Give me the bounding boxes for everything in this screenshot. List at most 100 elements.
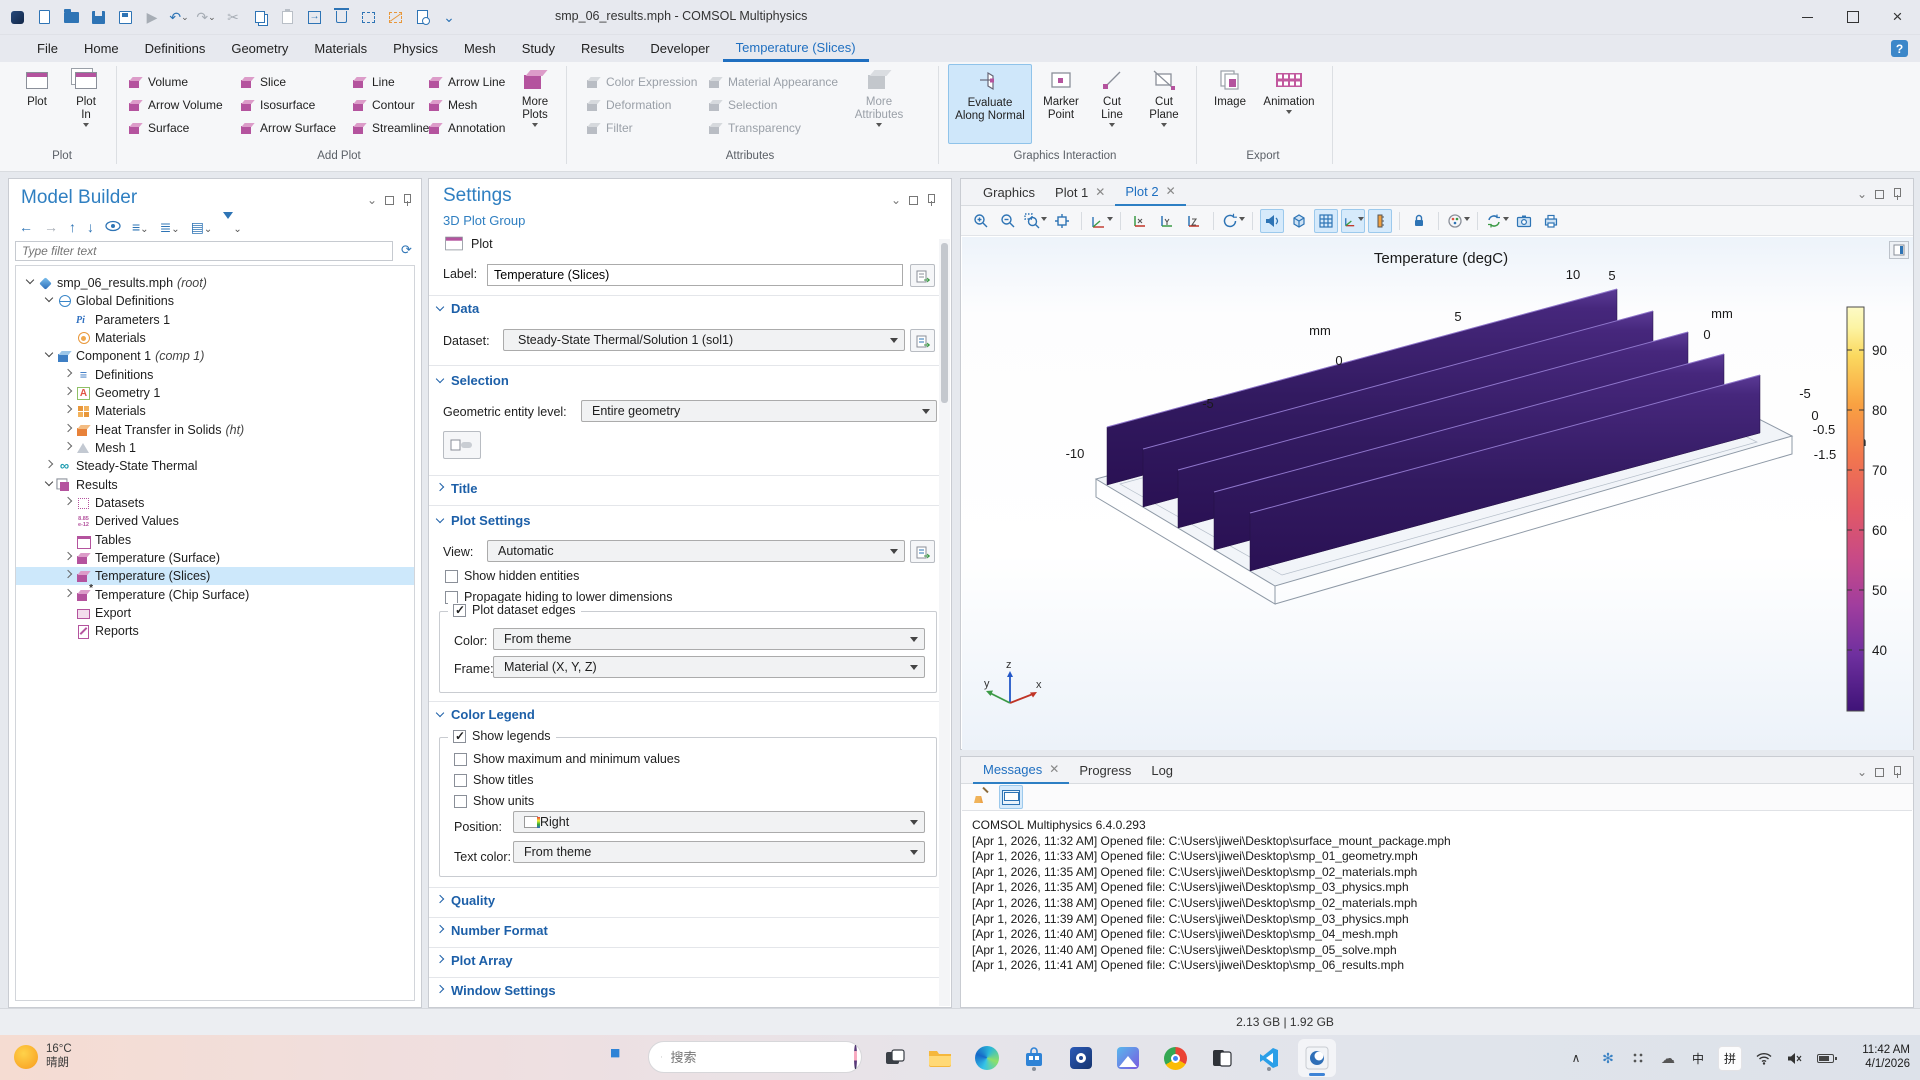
- tab-graphics[interactable]: Graphics: [973, 179, 1045, 206]
- annotation-button[interactable]: Annotation: [428, 118, 505, 138]
- ime-language-indicator[interactable]: 中: [1686, 1043, 1710, 1073]
- panel-menu-chevron-icon[interactable]: [367, 193, 377, 207]
- open-file-button[interactable]: [62, 8, 80, 26]
- tree-item-export[interactable]: Export: [16, 604, 414, 622]
- color-expression-button[interactable]: Color Expression: [586, 72, 697, 92]
- messages-log[interactable]: COMSOL Multiphysics 6.4.0.293 [Apr 1, 20…: [962, 810, 1912, 1006]
- section-title[interactable]: Title: [435, 481, 478, 496]
- panel-menu-chevron-icon[interactable]: [891, 193, 901, 207]
- deformation-button[interactable]: Deformation: [586, 95, 671, 115]
- tray-cloud-icon[interactable]: ☁: [1656, 1043, 1680, 1073]
- tree-item-temperature-slices[interactable]: Temperature (Slices): [16, 567, 414, 585]
- contour-button[interactable]: Contour: [352, 95, 415, 115]
- tree-item-tables[interactable]: Tables: [16, 531, 414, 549]
- tab-progress[interactable]: Progress: [1069, 757, 1141, 784]
- checkbox-icon[interactable]: [445, 569, 458, 583]
- help-button[interactable]: [1891, 40, 1908, 57]
- panel-pin-icon[interactable]: [1892, 766, 1901, 778]
- tree-item-geometry1[interactable]: Geometry 1: [16, 384, 414, 402]
- file-explorer-button[interactable]: [925, 1043, 955, 1073]
- edges-color-combo[interactable]: From theme: [493, 628, 925, 650]
- axis-orientation-icon[interactable]: [1341, 208, 1365, 233]
- animation-button[interactable]: Animation: [1258, 64, 1320, 144]
- show-legends-checkbox[interactable]: Show legends: [448, 729, 556, 743]
- filter-nodes-button[interactable]: ⌄: [223, 212, 242, 240]
- taskbar-clock[interactable]: 11:42 AM 4/1/2026: [1862, 1043, 1910, 1071]
- customize-toolbar-chevron[interactable]: ⌄: [440, 8, 458, 26]
- grid-icon[interactable]: [1314, 208, 1338, 233]
- propagate-hiding-checkbox[interactable]: Propagate hiding to lower dimensions: [445, 590, 672, 604]
- lock-icon[interactable]: [1407, 209, 1431, 233]
- tree-item-steady-state-thermal[interactable]: Steady-State Thermal: [16, 457, 414, 475]
- tab-study[interactable]: Study: [509, 35, 568, 62]
- tree-item-materials-comp[interactable]: Materials: [16, 402, 414, 420]
- duplicate-button[interactable]: [305, 8, 323, 26]
- zoom-box-icon[interactable]: [1023, 209, 1047, 233]
- more-attributes-button[interactable]: More Attributes: [846, 64, 912, 144]
- section-plot-array[interactable]: Plot Array: [435, 953, 513, 968]
- move-down-button[interactable]: ↓: [87, 219, 94, 235]
- forward-button[interactable]: →: [44, 219, 58, 235]
- checkbox-icon[interactable]: [454, 773, 467, 787]
- volume-button[interactable]: Volume: [128, 72, 188, 92]
- show-button[interactable]: [105, 219, 121, 235]
- panel-pin-icon[interactable]: [402, 194, 411, 206]
- rotate-view-icon[interactable]: [1221, 209, 1245, 233]
- checkbox-icon[interactable]: [454, 794, 467, 808]
- legend-position-combo[interactable]: Right: [513, 811, 925, 833]
- tree-item-reports[interactable]: Reports: [16, 622, 414, 640]
- tab-geometry[interactable]: Geometry: [218, 35, 301, 62]
- cut-line-button[interactable]: Cut Line: [1090, 64, 1134, 144]
- tab-home[interactable]: Home: [71, 35, 132, 62]
- evaluate-along-normal-button[interactable]: Evaluate Along Normal: [948, 64, 1032, 144]
- preview-button[interactable]: [413, 8, 431, 26]
- edges-frame-combo[interactable]: Material (X, Y, Z): [493, 656, 925, 678]
- clear-messages-icon[interactable]: [969, 785, 993, 809]
- checkbox-icon[interactable]: [454, 752, 467, 766]
- ime-mode-indicator[interactable]: 拼: [1716, 1043, 1744, 1073]
- transparency-button[interactable]: Transparency: [708, 118, 801, 138]
- label-input[interactable]: [487, 264, 903, 286]
- cut-plane-button[interactable]: Cut Plane: [1138, 64, 1190, 144]
- tab-materials[interactable]: Materials: [301, 35, 380, 62]
- tree-item-datasets[interactable]: Datasets: [16, 494, 414, 512]
- print-icon[interactable]: [1539, 209, 1563, 233]
- search-highlight-image[interactable]: [854, 1045, 857, 1069]
- close-tab-icon[interactable]: ✕: [1049, 762, 1059, 776]
- plot-button[interactable]: Plot: [14, 64, 60, 144]
- tab-log[interactable]: Log: [1141, 757, 1183, 784]
- battery-icon[interactable]: [1812, 1043, 1838, 1073]
- delete-button[interactable]: [332, 8, 350, 26]
- arrow-volume-button[interactable]: Arrow Volume: [128, 95, 223, 115]
- default-view-icon[interactable]: [1089, 209, 1113, 233]
- show-color-legend-icon[interactable]: [1368, 208, 1392, 233]
- new-file-button[interactable]: [35, 8, 53, 26]
- volume-icon[interactable]: [1782, 1043, 1806, 1073]
- panel-pin-icon[interactable]: [926, 194, 935, 206]
- snapshot-icon[interactable]: [1512, 209, 1536, 233]
- streamline-button[interactable]: Streamline: [352, 118, 429, 138]
- checkbox-checked-icon[interactable]: [453, 729, 466, 743]
- cut-button[interactable]: ✂: [224, 8, 242, 26]
- move-up-button[interactable]: ↑: [69, 219, 76, 235]
- run-button[interactable]: ▶: [143, 8, 161, 26]
- tab-physics[interactable]: Physics: [380, 35, 451, 62]
- zoom-extents-icon[interactable]: [1050, 209, 1074, 233]
- office-button[interactable]: [1066, 1043, 1096, 1073]
- panel-pin-icon[interactable]: [1892, 188, 1901, 200]
- show-maxmin-checkbox[interactable]: Show maximum and minimum values: [454, 752, 680, 766]
- tab-plot2[interactable]: Plot 2 ✕: [1115, 179, 1186, 206]
- tab-results[interactable]: Results: [568, 35, 637, 62]
- panel-menu-chevron-icon[interactable]: [1857, 187, 1867, 201]
- image-export-button[interactable]: Image: [1206, 64, 1254, 144]
- minimize-button[interactable]: [1785, 0, 1830, 34]
- tree-item-root[interactable]: smp_06_results.mph (root): [16, 274, 414, 292]
- view-yz-icon[interactable]: [1155, 209, 1179, 233]
- expand-all-button[interactable]: ≣⌄: [160, 219, 180, 236]
- legend-text-color-combo[interactable]: From theme: [513, 841, 925, 863]
- task-view-button[interactable]: [880, 1043, 910, 1073]
- close-tab-icon[interactable]: ✕: [1166, 184, 1176, 198]
- section-plot-settings[interactable]: Plot Settings: [435, 513, 530, 528]
- photos-button[interactable]: [1113, 1043, 1143, 1073]
- store-button[interactable]: [1019, 1043, 1049, 1073]
